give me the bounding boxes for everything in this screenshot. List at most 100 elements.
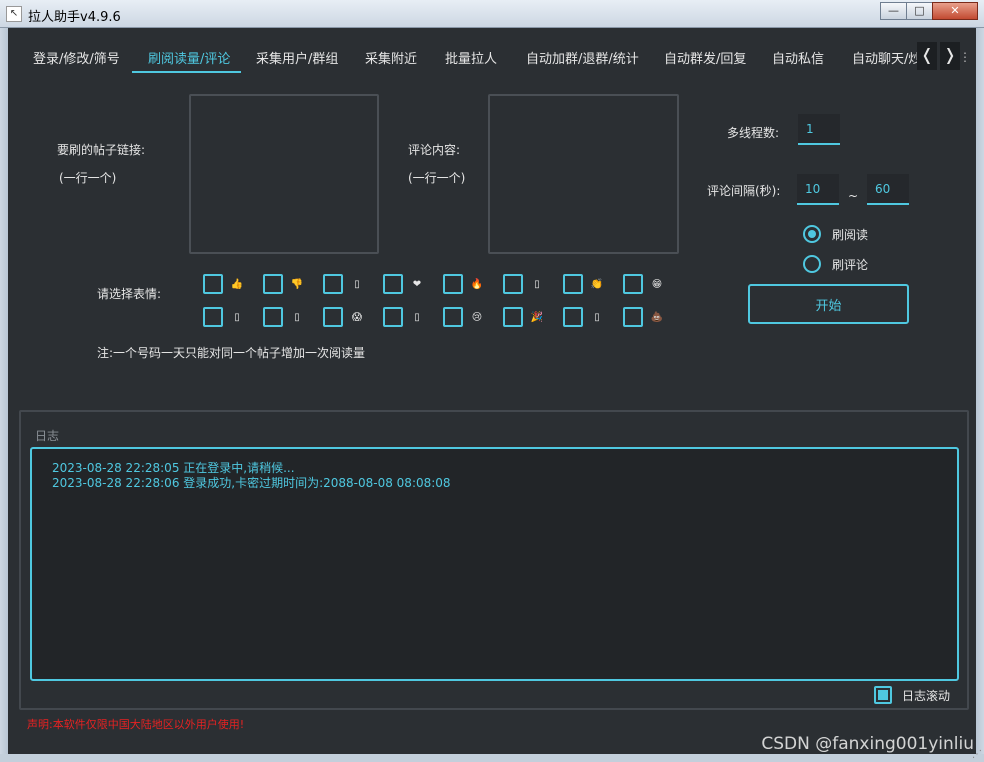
resize-grip-icon[interactable]: ⋰: [972, 749, 982, 760]
interval-min-input[interactable]: [797, 174, 839, 205]
window-frame-left: [0, 28, 8, 762]
post-links-input[interactable]: [189, 94, 379, 254]
emoji-option[interactable]: ❤: [383, 274, 424, 294]
tab-auto-chat[interactable]: 自动聊天/炒: [852, 48, 918, 67]
emoji-option[interactable]: ▯: [323, 274, 364, 294]
log-title: 日志: [35, 429, 60, 443]
close-button[interactable]: ✕: [932, 2, 978, 20]
tab-batch-invite[interactable]: 批量拉人: [445, 48, 497, 67]
emoji-label: 请选择表情:: [97, 287, 162, 301]
read-limit-note: 注:一个号码一天只能对同一个帖子增加一次阅读量: [97, 346, 366, 360]
usage-warning: 声明:本软件仅限中国大陆地区以外用户使用!: [27, 718, 245, 731]
log-output[interactable]: 2023-08-28 22:28:05 正在登录中,请稍候... 2023-08…: [30, 447, 959, 681]
interval-separator: ~: [848, 189, 859, 203]
emoji-option[interactable]: 😢: [443, 307, 484, 327]
emoji-option[interactable]: 🔥: [443, 274, 484, 294]
tab-auto-dm[interactable]: 自动私信: [772, 48, 824, 67]
emoji-checkbox[interactable]: [323, 307, 343, 327]
thumbs-up-icon: 👍: [230, 278, 244, 290]
placeholder-glyph-icon: ▯: [354, 278, 360, 290]
minimize-button[interactable]: —: [880, 2, 907, 20]
emoji-checkbox[interactable]: [443, 274, 463, 294]
emoji-checkbox[interactable]: [383, 274, 403, 294]
maximize-button[interactable]: □: [906, 2, 933, 20]
emoji-checkbox[interactable]: [203, 307, 223, 327]
emoji-checkbox[interactable]: [563, 274, 583, 294]
log-line: 2023-08-28 22:28:06 登录成功,卡密过期时间为:2088-08…: [52, 476, 451, 490]
mode-read-radio[interactable]: [803, 225, 821, 243]
cry-icon: 😢: [471, 311, 483, 323]
log-autoscroll-checkbox[interactable]: [874, 686, 892, 704]
tab-read-comment[interactable]: 刷阅读量/评论: [148, 48, 230, 67]
scream-icon: 😱: [351, 311, 363, 323]
tab-next-arrow-icon[interactable]: ❭: [940, 42, 960, 70]
emoji-option[interactable]: ▯: [563, 307, 604, 327]
emoji-checkbox[interactable]: [623, 274, 643, 294]
emoji-option[interactable]: 👎: [263, 274, 304, 294]
app-icon: ↖: [6, 6, 22, 22]
tab-auto-broadcast[interactable]: 自动群发/回复: [664, 48, 746, 67]
interval-max-input[interactable]: [867, 174, 909, 205]
emoji-checkbox[interactable]: [443, 307, 463, 327]
emoji-option[interactable]: 🎉: [503, 307, 544, 327]
placeholder-glyph-icon: ▯: [294, 311, 300, 323]
links-label: 要刷的帖子链接:: [57, 143, 146, 157]
links-hint: (一行一个): [59, 171, 117, 185]
emoji-option[interactable]: ▯: [383, 307, 424, 327]
fire-icon: 🔥: [470, 278, 484, 290]
tab-more-icon[interactable]: ⋮: [959, 50, 971, 64]
tab-login[interactable]: 登录/修改/筛号: [33, 48, 120, 67]
emoji-option[interactable]: ▯: [263, 307, 304, 327]
comment-hint: (一行一个): [408, 171, 466, 185]
emoji-option[interactable]: 👏: [563, 274, 604, 294]
placeholder-glyph-icon: ▯: [414, 311, 420, 323]
window-controls: — □ ✕: [880, 2, 978, 20]
tab-bar: 登录/修改/筛号 刷阅读量/评论 采集用户/群组 采集附近 批量拉人 自动加群/…: [8, 28, 976, 76]
emoji-option[interactable]: 💩: [623, 307, 664, 327]
tab-collect-nearby[interactable]: 采集附近: [365, 48, 417, 67]
log-autoscroll-label: 日志滚动: [902, 688, 951, 703]
emoji-checkbox[interactable]: [203, 274, 223, 294]
comment-label: 评论内容:: [408, 143, 461, 157]
party-icon: 🎉: [530, 311, 544, 323]
emoji-option[interactable]: 😁: [623, 274, 664, 294]
emoji-option[interactable]: 👍: [203, 274, 244, 294]
log-panel: 日志 2023-08-28 22:28:05 正在登录中,请稍候... 2023…: [19, 410, 969, 710]
mode-read-option[interactable]: 刷阅读: [803, 225, 868, 243]
interval-label: 评论间隔(秒):: [707, 184, 781, 198]
emoji-checkbox[interactable]: [323, 274, 343, 294]
emoji-checkbox[interactable]: [623, 307, 643, 327]
mode-comment-label: 刷评论: [832, 257, 869, 272]
comment-content-input[interactable]: [488, 94, 679, 254]
heart-icon: ❤: [412, 278, 422, 290]
threads-input[interactable]: [798, 114, 840, 145]
client-area: 登录/修改/筛号 刷阅读量/评论 采集用户/群组 采集附近 批量拉人 自动加群/…: [8, 28, 976, 754]
placeholder-glyph-icon: ▯: [234, 311, 240, 323]
mode-comment-radio[interactable]: [803, 255, 821, 273]
thumbs-down-icon: 👎: [290, 278, 304, 290]
threads-label: 多线程数:: [727, 126, 780, 140]
emoji-checkbox[interactable]: [383, 307, 403, 327]
title-bar: ↖ 拉人助手v4.9.6 — □ ✕: [0, 0, 984, 28]
emoji-checkbox[interactable]: [263, 274, 283, 294]
log-line: 2023-08-28 22:28:05 正在登录中,请稍候...: [52, 461, 295, 475]
emoji-checkbox[interactable]: [503, 307, 523, 327]
emoji-option[interactable]: 😱: [323, 307, 364, 327]
emoji-option[interactable]: ▯: [203, 307, 244, 327]
tab-prev-arrow-icon[interactable]: ❬: [917, 42, 937, 70]
clap-icon: 👏: [590, 278, 604, 290]
grin-icon: 😁: [651, 278, 663, 290]
tab-auto-join[interactable]: 自动加群/退群/统计: [526, 48, 639, 67]
mode-comment-option[interactable]: 刷评论: [803, 255, 868, 273]
active-tab-indicator: [132, 71, 241, 73]
log-autoscroll-option[interactable]: 日志滚动: [874, 686, 950, 704]
placeholder-glyph-icon: ▯: [534, 278, 540, 290]
tab-collect-users[interactable]: 采集用户/群组: [256, 48, 338, 67]
emoji-checkbox[interactable]: [503, 274, 523, 294]
emoji-option[interactable]: ▯: [503, 274, 544, 294]
emoji-checkbox[interactable]: [563, 307, 583, 327]
emoji-checkbox[interactable]: [263, 307, 283, 327]
start-button[interactable]: 开始: [748, 284, 909, 324]
window-frame-bottom: [0, 754, 984, 762]
csdn-watermark: CSDN @fanxing001yinliu: [761, 734, 974, 754]
